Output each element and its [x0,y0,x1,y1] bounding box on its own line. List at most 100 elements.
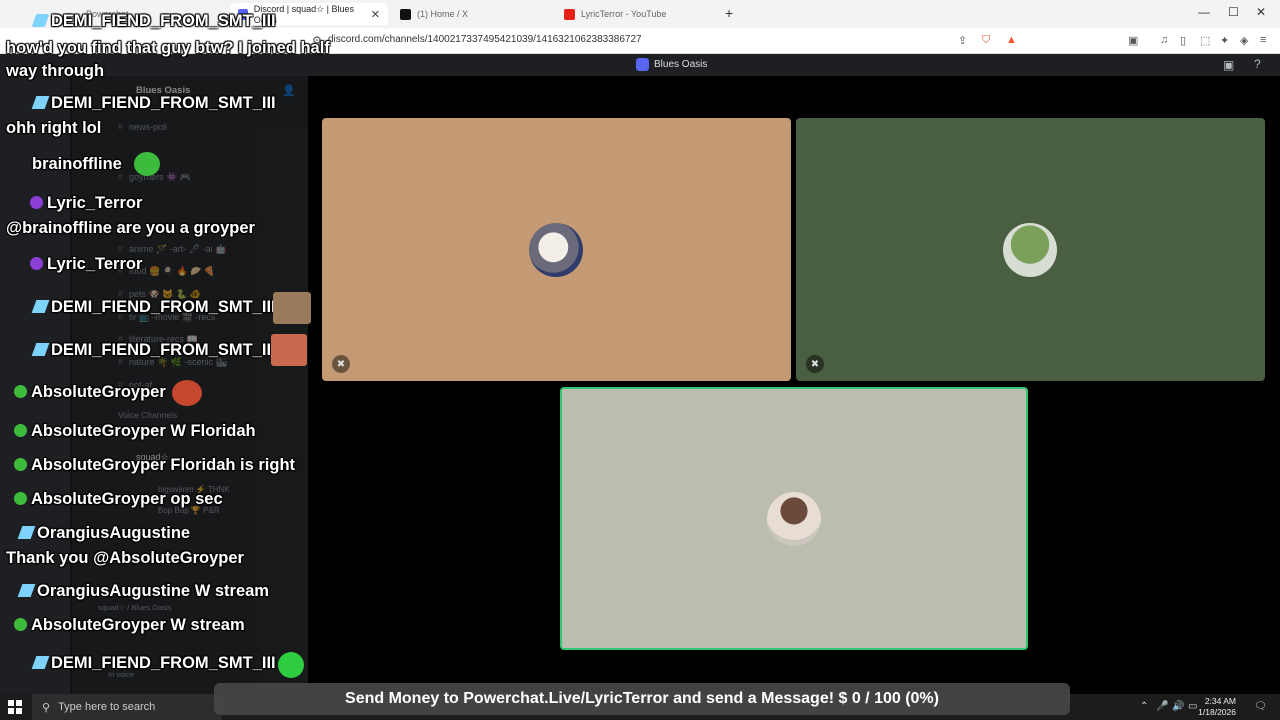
chat-message: DEMI_FIEND_FROM_SMT_III [31,654,276,673]
menu-icon[interactable]: ≡ [1260,34,1266,46]
windows-start-icon[interactable] [8,700,22,714]
frog-badge-icon [14,492,27,505]
chat-text: Thank you @AbsoluteGroyper [6,549,244,567]
chat-message: DEMI_FIEND_FROM_SMT_III [31,94,276,113]
chevron-up-icon[interactable]: ⌃ [1140,701,1148,712]
chat-text: @brainoffline are you a groyper [6,219,255,237]
chat-text: ohh right lol [6,119,102,137]
voice-status: squad☆ / Blues Oasis [98,603,172,612]
tab-youtube[interactable]: LyricTerror - YouTube [556,3,716,25]
battery-icon[interactable]: ▭ [1188,701,1197,712]
chat-username: Lyric_Terror [47,194,143,212]
chat-message: AbsoluteGroyper op sec [14,490,223,509]
minimize-icon[interactable]: — [1198,5,1210,19]
channel-anime[interactable]: # anime 🪄 -art- 🖊 -ai 🤖 [118,244,226,255]
voice-channels-header[interactable]: Voice Channels [118,410,177,420]
new-tab-button[interactable]: + [725,5,733,21]
tab-x[interactable]: (1) Home / X [392,3,552,25]
chat-text: W Floridah [170,422,256,440]
avatar [529,223,583,277]
chat-text: Floridah is right [170,456,296,474]
volume-icon[interactable]: 🔊 [1172,701,1184,712]
wallet-icon[interactable]: ▣ [1128,34,1138,47]
avatar [1003,223,1057,277]
frog-badge-icon [14,618,27,631]
sidebar-icon[interactable]: ▯ [1180,34,1186,47]
subscriber-badge-icon [30,257,43,270]
invite-icon[interactable]: 👤 [282,84,296,97]
chat-username: OrangiusAugustine [37,582,191,600]
chat-message: DEMI_FIEND_FROM_SMT_III [31,298,276,317]
chat-text: how'd you find that guy btw? I joined ha… [6,39,330,57]
frog-badge-icon [14,424,27,437]
brave-shield-icon[interactable]: ⛉ [982,34,990,47]
taskbar-search[interactable]: ⚲ Type here to search [32,694,222,720]
chat-message: AbsoluteGroyper [14,383,166,402]
chat-username: AbsoluteGroyper [31,422,166,440]
chat-username: brainoffline [32,155,122,173]
sword-icon [31,96,50,109]
chat-message: AbsoluteGroyper Floridah is right [14,456,295,475]
chat-message: ohh right lol [6,119,101,138]
leo-icon[interactable]: ✦ [1220,34,1229,47]
share-icon[interactable]: ⇪ [958,34,967,47]
face-emote-icon [273,292,311,324]
youtube-icon [564,8,575,20]
clock-time: 2:34 AM [1204,696,1236,706]
sword-icon [31,656,50,669]
chat-message: AbsoluteGroyper W stream [14,616,245,635]
frog-badge-icon [14,385,27,398]
maximize-icon[interactable]: ☐ [1228,5,1239,19]
inbox-icon[interactable]: ▣ [1223,58,1234,72]
chat-username: AbsoluteGroyper [31,616,166,634]
frog-emote-icon [172,380,202,406]
chat-text: W stream [194,582,269,600]
chat-message: Lyric_Terror [30,194,142,213]
voice-stage: ✖ ✖ [308,76,1280,694]
close-tab-icon[interactable]: ✕ [371,8,380,21]
x-logo-icon [400,8,411,20]
chat-username: AbsoluteGroyper [31,490,166,508]
chat-message: how'd you find that guy btw? I joined ha… [6,39,330,58]
chat-username: Lyric_Terror [47,255,143,273]
participant-tile-speaking[interactable] [560,387,1028,650]
participant-tile[interactable]: ✖ [796,118,1265,381]
chat-username: DEMI_FIEND_FROM_SMT_III [51,12,276,30]
rewards-icon[interactable]: ▲ [1006,34,1017,46]
frog-badge-icon [14,458,27,471]
participant-tile[interactable]: ✖ [322,118,791,381]
channel-news-poli[interactable]: # news-poli [118,122,167,132]
chat-message: DEMI_FIEND_FROM_SMT_III [31,12,276,31]
frog-emote-icon [134,152,160,176]
url-field[interactable]: discord.com/channels/1400217337495421039… [328,34,642,45]
chat-message: Lyric_Terror [30,255,142,274]
media-icon[interactable]: ♫ [1160,34,1168,46]
donation-text: Send Money to Powerchat.Live/LyricTerror… [345,690,939,707]
chat-message: OrangiusAugustine [17,524,190,543]
face-emote-icon [271,334,307,366]
extensions-icon[interactable]: ⬚ [1200,34,1210,47]
clock[interactable]: 2:34 AM 1/18/2026 [1198,696,1236,718]
notifications-icon[interactable]: 🗨 [1254,701,1267,712]
chat-text: way through [6,62,105,80]
chat-username: DEMI_FIEND_FROM_SMT_III [51,654,276,672]
chat-message: AbsoluteGroyper W Floridah [14,422,256,441]
chat-username: DEMI_FIEND_FROM_SMT_III [51,341,276,359]
close-window-icon[interactable]: ✕ [1256,5,1266,19]
chat-username: DEMI_FIEND_FROM_SMT_III [51,94,276,112]
sword-icon [31,14,50,27]
muted-mic-icon: ✖ [332,355,350,373]
sword-icon [17,526,36,539]
vpn-icon[interactable]: ◈ [1240,34,1248,47]
server-title: Blues Oasis [636,58,707,71]
server-name: Blues Oasis [654,59,708,70]
chat-message: DEMI_FIEND_FROM_SMT_III [31,341,276,360]
server-icon [636,58,649,71]
chat-username: AbsoluteGroyper [31,456,166,474]
chat-text: op sec [170,490,223,508]
sword-icon [31,343,50,356]
avatar [767,492,821,546]
subscriber-badge-icon [30,196,43,209]
mic-icon[interactable]: 🎤 [1156,701,1168,712]
help-icon[interactable]: ? [1254,57,1261,71]
